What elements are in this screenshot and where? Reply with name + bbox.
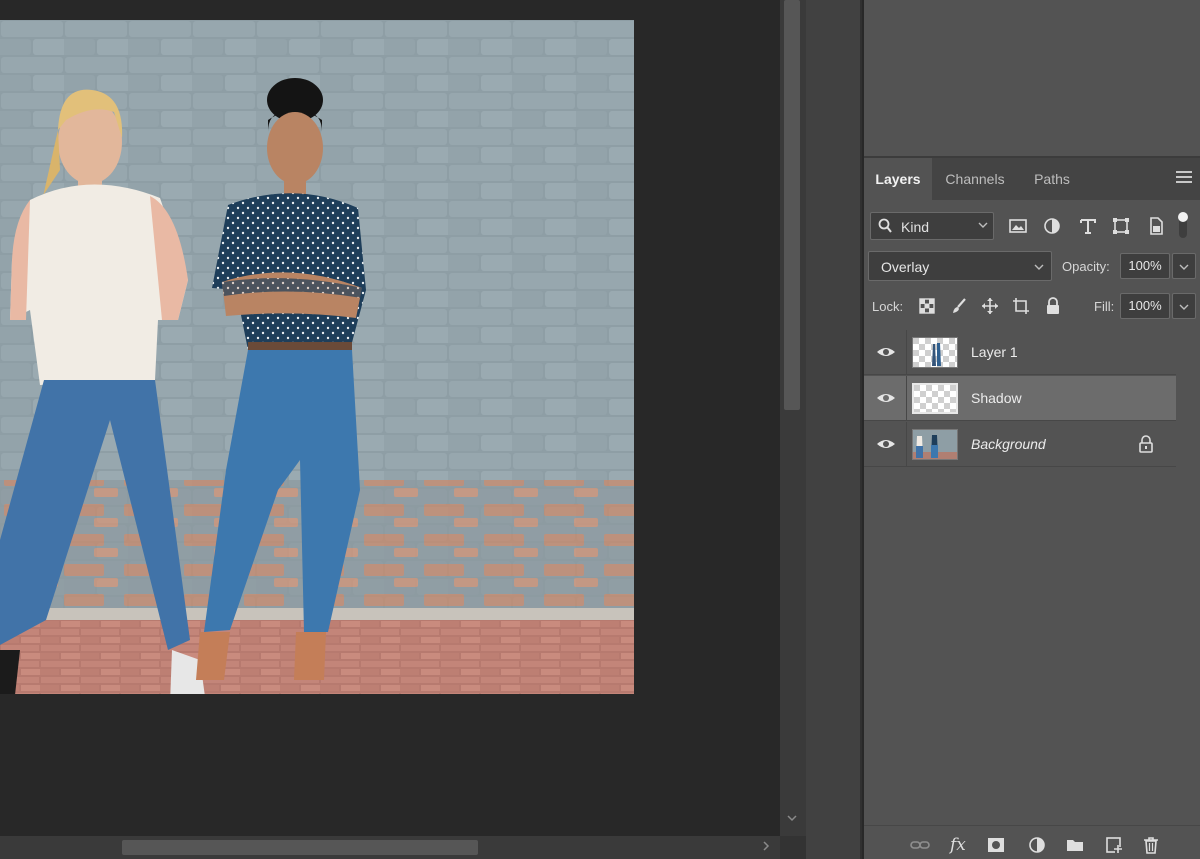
- link-layers-icon[interactable]: [910, 835, 930, 855]
- opacity-input[interactable]: 100%: [1120, 253, 1170, 279]
- scroll-right-arrow-icon[interactable]: [758, 840, 774, 855]
- canvas-area[interactable]: [0, 0, 780, 859]
- panel-menu-icon[interactable]: [1176, 171, 1192, 187]
- fill-dropdown-button[interactable]: [1172, 293, 1196, 319]
- tab-layers[interactable]: Layers: [864, 158, 932, 200]
- lock-image-pixels-icon[interactable]: [950, 297, 968, 315]
- chevron-down-icon: [1034, 264, 1044, 270]
- blend-mode-value: Overlay: [881, 259, 930, 275]
- adjustment-filter-icon[interactable]: [1042, 216, 1062, 236]
- blend-mode-select[interactable]: Overlay: [868, 251, 1052, 281]
- layer-name[interactable]: Layer 1: [971, 344, 1018, 360]
- layer-style-fx-icon[interactable]: fx: [950, 835, 970, 855]
- opacity-label: Opacity:: [1062, 259, 1110, 274]
- eye-icon[interactable]: [876, 390, 896, 406]
- smart-object-filter-icon[interactable]: [1146, 216, 1166, 236]
- visibility-divider: [906, 376, 907, 421]
- filter-kind-select[interactable]: Kind: [870, 212, 994, 240]
- layer-row-layer-1[interactable]: Layer 1: [864, 330, 1176, 375]
- chevron-down-icon: [1179, 304, 1189, 310]
- layer-thumbnail: [912, 383, 958, 414]
- eye-icon[interactable]: [876, 344, 896, 360]
- delete-layer-icon[interactable]: [1141, 835, 1161, 855]
- panel-dock-strip: [806, 0, 862, 859]
- layer-name[interactable]: Shadow: [971, 390, 1022, 406]
- shape-filter-icon[interactable]: [1111, 216, 1131, 236]
- fill-label: Fill:: [1094, 299, 1115, 314]
- visibility-divider: [906, 330, 907, 375]
- add-mask-icon[interactable]: [986, 835, 1006, 855]
- search-icon: [878, 218, 892, 233]
- lock-transparent-pixels-icon[interactable]: [918, 297, 936, 315]
- filter-toggle-switch[interactable]: [1176, 210, 1190, 240]
- type-filter-icon[interactable]: [1078, 216, 1098, 236]
- tab-paths[interactable]: Paths: [1018, 158, 1086, 200]
- vertical-scrollbar[interactable]: [780, 0, 806, 836]
- scroll-down-arrow-icon[interactable]: [784, 812, 800, 828]
- layer-thumbnail: [912, 337, 958, 368]
- chevron-down-icon: [978, 222, 988, 228]
- layer-row-background[interactable]: Background: [864, 422, 1176, 467]
- image-filter-icon[interactable]: [1008, 216, 1028, 236]
- horizontal-scrollbar[interactable]: [0, 836, 780, 859]
- lock-row: Lock: Fill: 100%: [864, 291, 1200, 321]
- fill-input[interactable]: 100%: [1120, 293, 1170, 319]
- adjustment-layer-icon[interactable]: [1027, 835, 1047, 855]
- lock-position-icon[interactable]: [981, 297, 999, 315]
- chevron-down-icon: [1179, 264, 1189, 270]
- scrollbar-corner: [780, 836, 806, 859]
- upper-panel: [864, 0, 1200, 156]
- layer-name[interactable]: Background: [971, 436, 1046, 452]
- visibility-divider: [906, 422, 907, 467]
- document-canvas[interactable]: [0, 20, 634, 694]
- document-image: [0, 20, 634, 694]
- opacity-dropdown-button[interactable]: [1172, 253, 1196, 279]
- lock-all-icon[interactable]: [1044, 297, 1062, 315]
- layer-filter-row: Kind: [864, 210, 1200, 242]
- filter-kind-label: Kind: [901, 219, 930, 235]
- panel-tab-bar: Layers Channels Paths: [864, 158, 1200, 200]
- layers-panel: Layers Channels Paths Kind Overlay Opaci…: [864, 156, 1200, 859]
- lock-icon[interactable]: [1138, 435, 1154, 453]
- layers-bottom-toolbar: fx: [864, 825, 1200, 859]
- vertical-scroll-thumb[interactable]: [784, 0, 800, 410]
- lock-artboard-icon[interactable]: [1012, 297, 1030, 315]
- blend-row: Overlay Opacity: 100%: [864, 251, 1200, 281]
- layer-thumbnail: [912, 429, 958, 460]
- new-layer-icon[interactable]: [1104, 835, 1124, 855]
- horizontal-scroll-thumb[interactable]: [122, 840, 478, 855]
- new-group-icon[interactable]: [1065, 835, 1085, 855]
- layer-row-shadow[interactable]: Shadow: [864, 376, 1176, 421]
- tab-channels[interactable]: Channels: [932, 158, 1018, 200]
- lock-label: Lock:: [872, 299, 904, 314]
- eye-icon[interactable]: [876, 436, 896, 452]
